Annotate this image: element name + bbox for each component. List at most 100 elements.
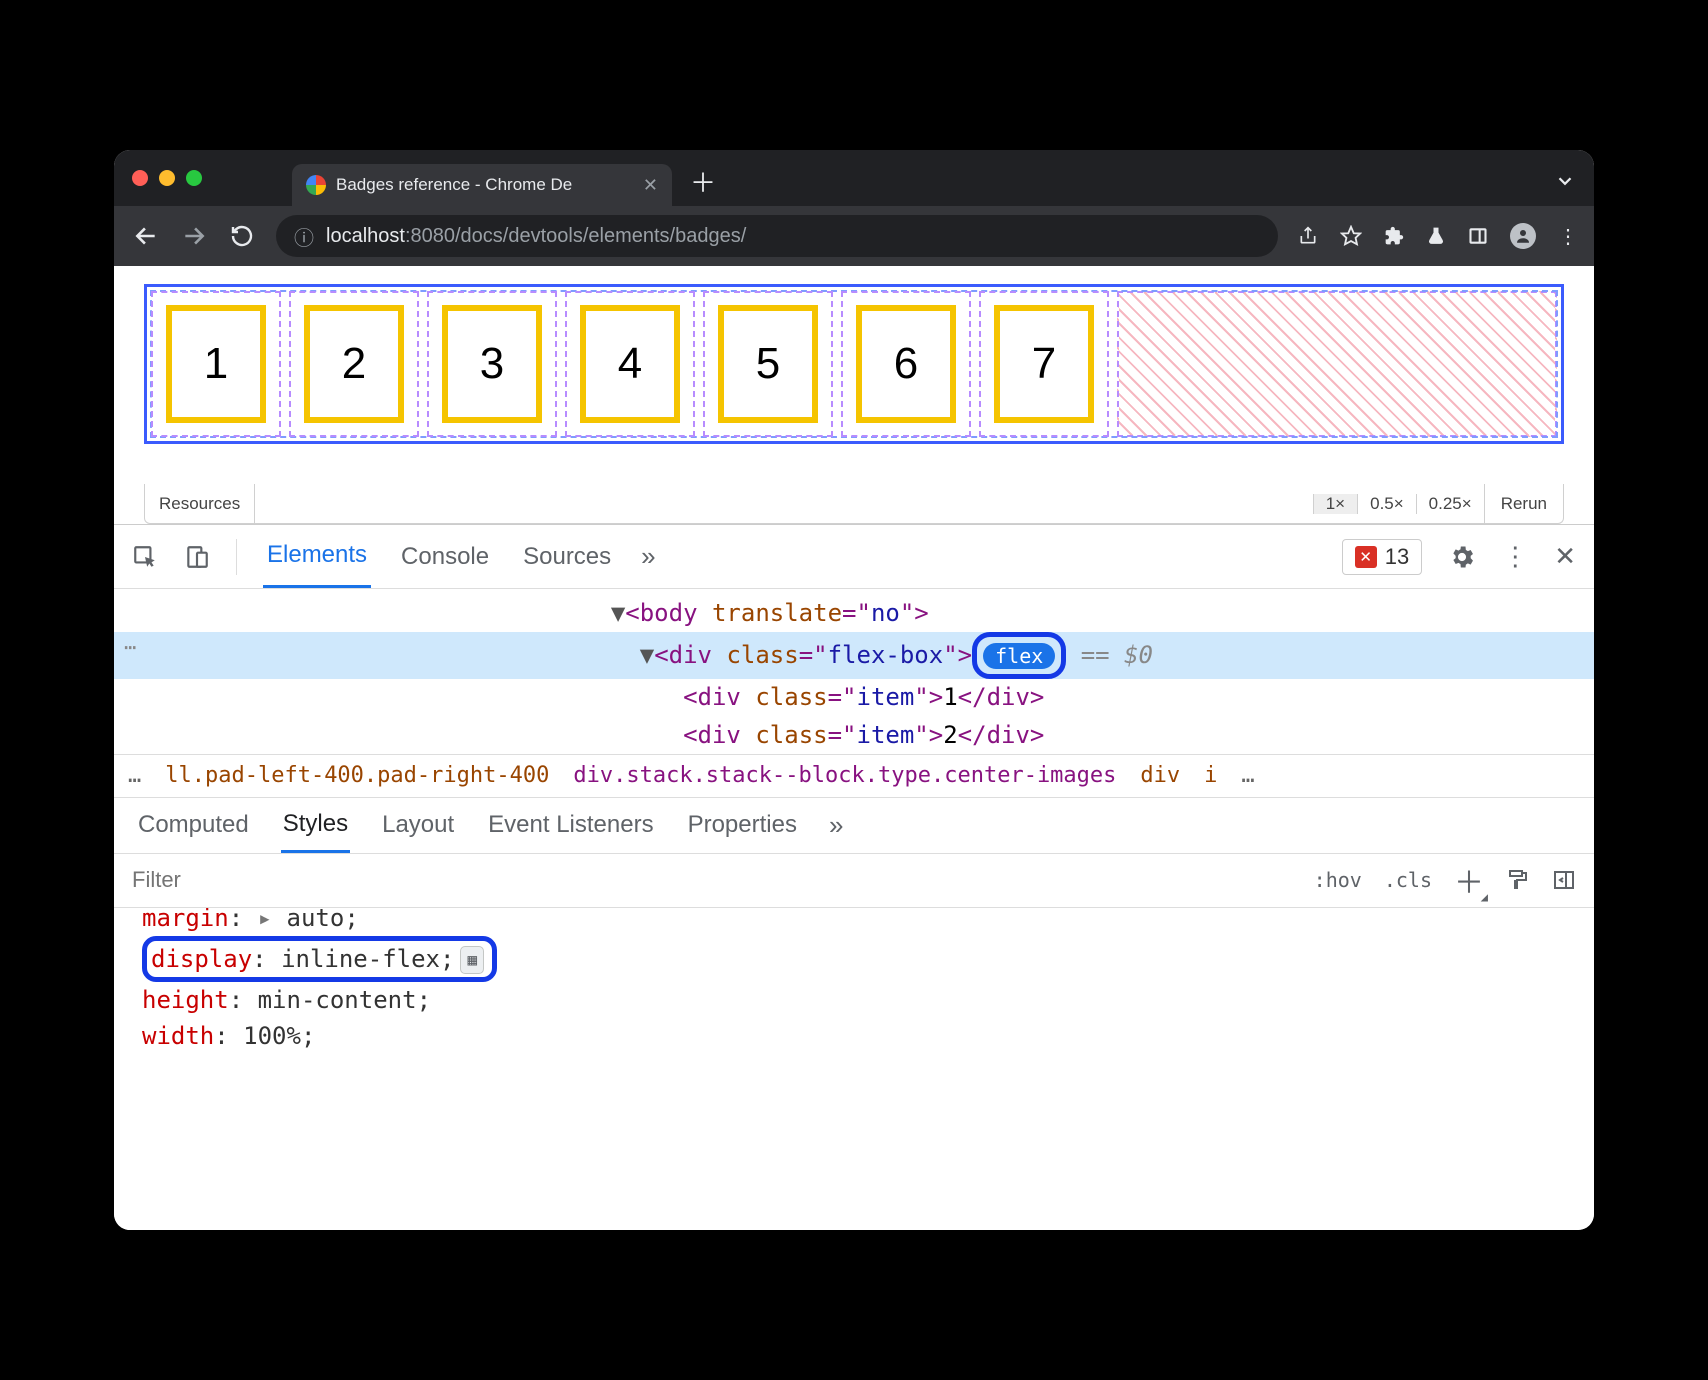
inspect-element-icon[interactable] <box>132 544 158 570</box>
flex-item-label: 5 <box>718 305 818 423</box>
flex-badge[interactable]: flex <box>983 643 1055 669</box>
flex-item: 4 <box>565 291 695 437</box>
flex-item: 3 <box>427 291 557 437</box>
subtab-event-listeners[interactable]: Event Listeners <box>486 799 655 851</box>
css-declaration[interactable]: height: min-content; <box>142 982 1594 1018</box>
dom-breadcrumbs[interactable]: … ll.pad-left-400.pad-right-400 div.stac… <box>114 754 1594 798</box>
cls-toggle[interactable]: .cls <box>1384 868 1432 892</box>
more-subtabs-icon[interactable]: » <box>829 810 843 841</box>
tab-elements[interactable]: Elements <box>263 525 371 588</box>
dom-node-item[interactable]: <div class="item">2</div> <box>114 717 1594 754</box>
device-toggle-icon[interactable] <box>184 544 210 570</box>
caret-down-icon[interactable]: ▼ <box>611 599 625 627</box>
breadcrumb-item[interactable]: div.stack.stack--block.type.center-image… <box>573 763 1116 788</box>
url-path: :8080/docs/devtools/elements/badges/ <box>405 225 746 247</box>
flexbox-editor-icon[interactable]: ▦ <box>460 946 484 974</box>
breadcrumb-item[interactable]: ll.pad-left-400.pad-right-400 <box>165 763 549 788</box>
styles-filter-input[interactable] <box>114 867 1296 893</box>
flex-free-space <box>1117 291 1557 437</box>
subtab-computed[interactable]: Computed <box>136 799 251 851</box>
flex-item: 6 <box>841 291 971 437</box>
css-declaration-display[interactable]: display: inline-flex;▦ <box>142 936 1594 982</box>
styles-filter-row: :hov .cls ＋◢ <box>114 854 1594 908</box>
kebab-menu-icon[interactable]: ⋮ <box>1558 224 1576 249</box>
dom-node-flexbox[interactable]: ▼<div class="flex-box">flex == $0 <box>114 632 1594 679</box>
breadcrumb-ellipsis[interactable]: … <box>128 763 141 788</box>
dom-node-body[interactable]: ▼<body translate="no"> <box>114 595 1594 632</box>
devtools-kebab-icon[interactable]: ⋮ <box>1502 541 1528 572</box>
maximize-window-button[interactable] <box>186 170 202 186</box>
new-tab-button[interactable]: ＋ <box>690 163 716 200</box>
tab-sources[interactable]: Sources <box>519 527 615 587</box>
new-rule-icon[interactable]: ＋◢ <box>1454 858 1484 902</box>
forward-button[interactable] <box>180 223 208 249</box>
settings-gear-icon[interactable] <box>1448 543 1476 571</box>
rerun-button[interactable]: Rerun <box>1484 484 1563 523</box>
flex-item-label: 1 <box>166 305 266 423</box>
extensions-icon[interactable] <box>1384 226 1404 246</box>
browser-toolbar: ⓘ localhost:8080/docs/devtools/elements/… <box>114 206 1594 266</box>
tabs-chevron-icon[interactable] <box>1554 170 1576 192</box>
flex-item: 1 <box>151 291 281 437</box>
selected-node-indicator: == $0 <box>1066 641 1153 669</box>
expand-shorthand-icon[interactable]: ▸ <box>258 908 272 932</box>
subtab-properties[interactable]: Properties <box>686 799 799 851</box>
reload-button[interactable] <box>228 224 256 248</box>
flex-item: 5 <box>703 291 833 437</box>
minimize-window-button[interactable] <box>159 170 175 186</box>
error-count-badge[interactable]: ✕ 13 <box>1342 539 1422 575</box>
labs-icon[interactable] <box>1426 225 1446 247</box>
subtab-layout[interactable]: Layout <box>380 799 456 851</box>
omnibox[interactable]: ⓘ localhost:8080/docs/devtools/elements/… <box>276 215 1278 257</box>
close-window-button[interactable] <box>132 170 148 186</box>
flex-item: 2 <box>289 291 419 437</box>
url-display: localhost:8080/docs/devtools/elements/ba… <box>326 225 746 248</box>
chrome-favicon-icon <box>306 175 326 195</box>
toolbar-actions: ⋮ <box>1298 223 1576 249</box>
toggle-sidebar-icon[interactable] <box>1552 868 1576 892</box>
display-property-highlight: display: inline-flex;▦ <box>142 936 497 982</box>
breadcrumb-item[interactable]: div <box>1140 763 1180 788</box>
css-declaration[interactable]: width: 100%; <box>142 1018 1594 1054</box>
dom-tree[interactable]: ▼<body translate="no"> ▼<div class="flex… <box>114 589 1594 754</box>
flex-item: 7 <box>979 291 1109 437</box>
share-icon[interactable] <box>1298 226 1318 246</box>
dom-node-item[interactable]: <div class="item">1</div> <box>114 679 1594 716</box>
zoom-1x-button[interactable]: 1× <box>1313 494 1357 514</box>
bookmark-star-icon[interactable] <box>1340 225 1362 247</box>
zoom-05x-button[interactable]: 0.5× <box>1357 494 1416 514</box>
styles-subtabs: Computed Styles Layout Event Listeners P… <box>114 798 1594 854</box>
breadcrumb-ellipsis[interactable]: … <box>1241 763 1254 788</box>
devtools-close-icon[interactable]: ✕ <box>1554 541 1576 572</box>
panel-icon[interactable] <box>1468 226 1488 246</box>
zoom-025x-button[interactable]: 0.25× <box>1416 494 1484 514</box>
back-button[interactable] <box>132 223 160 249</box>
demo-footer: Resources 1× 0.5× 0.25× Rerun <box>144 484 1564 524</box>
resources-button[interactable]: Resources <box>145 484 255 523</box>
flex-item-label: 4 <box>580 305 680 423</box>
separator <box>236 539 237 575</box>
tab-strip: Badges reference - Chrome De ✕ ＋ <box>114 150 1594 206</box>
tab-console[interactable]: Console <box>397 527 493 587</box>
breadcrumb-item[interactable]: i <box>1204 763 1217 788</box>
styles-toolbar: :hov .cls ＋◢ <box>1296 858 1594 902</box>
browser-tab[interactable]: Badges reference - Chrome De ✕ <box>292 164 672 206</box>
site-info-icon[interactable]: ⓘ <box>294 222 314 251</box>
tab-title: Badges reference - Chrome De <box>336 175 633 195</box>
profile-avatar-icon[interactable] <box>1510 223 1536 249</box>
styles-declarations[interactable]: margin: ▸ auto; display: inline-flex;▦ h… <box>114 908 1594 1064</box>
zoom-controls: 1× 0.5× 0.25× <box>1313 494 1484 514</box>
hov-toggle[interactable]: :hov <box>1314 868 1362 892</box>
flex-item-label: 7 <box>994 305 1094 423</box>
window-controls <box>132 170 202 186</box>
subtab-styles[interactable]: Styles <box>281 798 350 853</box>
paint-format-icon[interactable] <box>1506 868 1530 892</box>
browser-window: Badges reference - Chrome De ✕ ＋ ⓘ local… <box>114 150 1594 1230</box>
close-tab-icon[interactable]: ✕ <box>643 175 658 196</box>
flex-item-label: 2 <box>304 305 404 423</box>
flex-container-demo: 1 2 3 4 5 6 7 <box>144 284 1564 444</box>
more-tabs-icon[interactable]: » <box>641 541 655 572</box>
css-declaration[interactable]: margin: ▸ auto; <box>142 908 1594 936</box>
caret-down-icon[interactable]: ▼ <box>640 641 654 669</box>
error-count: 13 <box>1385 544 1409 570</box>
